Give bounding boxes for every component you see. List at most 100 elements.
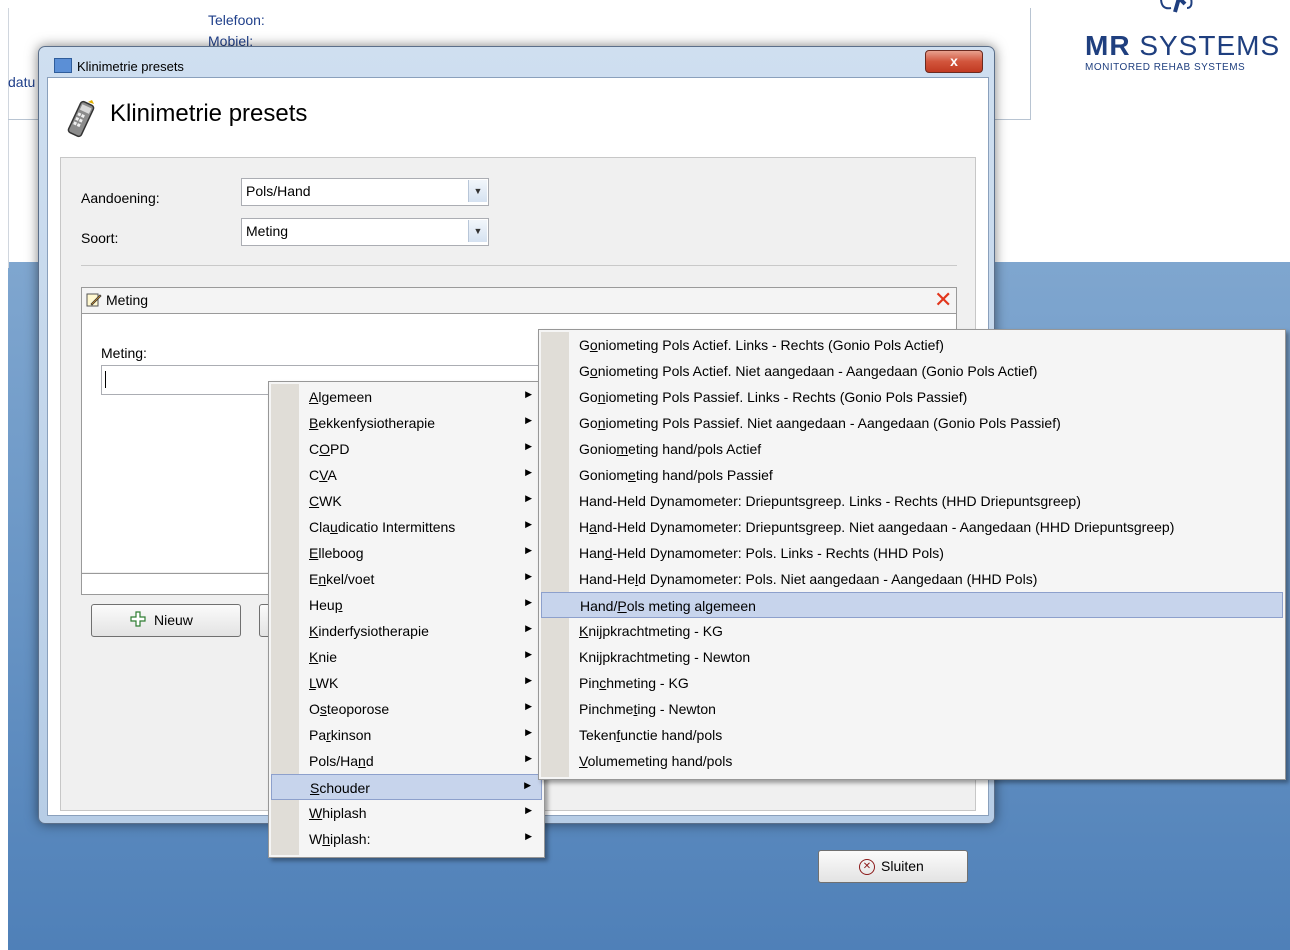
- menu-item[interactable]: COPD ▶: [271, 436, 542, 462]
- menu-item-label: Goniometing hand/pols Passief: [579, 467, 773, 483]
- meting-label: Meting:: [101, 345, 147, 361]
- submenu-item[interactable]: Tekenfunctie hand/pols: [541, 722, 1283, 748]
- submenu-item[interactable]: Pinchmeting - KG: [541, 670, 1283, 696]
- chevron-down-icon[interactable]: ▼: [468, 220, 487, 242]
- runner-logo-icon: [1160, 0, 1193, 13]
- menu-item-label: LWK: [309, 675, 339, 691]
- menu-item-label: Goniometing hand/pols Actief: [579, 441, 762, 457]
- submenu-item[interactable]: Goniometing hand/pols Passief: [541, 462, 1283, 488]
- menu-item[interactable]: Claudicatio Intermittens ▶: [271, 514, 542, 540]
- menu-item-label: CVA: [309, 467, 337, 483]
- menu-item[interactable]: Knie ▶: [271, 644, 542, 670]
- meting-panel-title: Meting: [106, 292, 149, 308]
- panel-border-left: [8, 8, 9, 268]
- menu-item-label: Osteoporose: [309, 701, 390, 717]
- remote-control-icon: [67, 100, 95, 138]
- panel-border-right: [1030, 8, 1031, 120]
- menu-item[interactable]: Algemeen ▶: [271, 384, 542, 410]
- submenu-item[interactable]: Pinchmeting - Newton: [541, 696, 1283, 722]
- menu-item-label: Knijpkrachtmeting - Newton: [579, 649, 751, 665]
- submenu-item[interactable]: Knijpkrachtmeting - KG: [541, 618, 1283, 644]
- menu-item-label: Goniometing Pols Passief. Niet aangedaan…: [579, 415, 1061, 431]
- menu-item-label: COPD: [309, 441, 350, 457]
- menu-item[interactable]: Bekkenfysiotherapie ▶: [271, 410, 542, 436]
- sluiten-button[interactable]: ✕ Sluiten: [818, 850, 968, 883]
- menu-item[interactable]: CVA ▶: [271, 462, 542, 488]
- submenu-arrow-icon: ▶: [525, 649, 532, 659]
- plus-icon: [130, 611, 146, 627]
- submenu-item[interactable]: Volumemeting hand/pols: [541, 748, 1283, 774]
- submenu-item[interactable]: Hand/Pols meting algemeen: [541, 592, 1283, 618]
- submenu-item[interactable]: Hand-Held Dynamometer: Pols. Niet aanged…: [541, 566, 1283, 592]
- menu-item-label: Knijpkrachtmeting - KG: [579, 623, 723, 639]
- submenu-item[interactable]: Hand-Held Dynamometer: Driepuntsgreep. L…: [541, 488, 1283, 514]
- submenu-item[interactable]: Goniometing hand/pols Actief: [541, 436, 1283, 462]
- menu-item-label: Goniometing Pols Actief. Niet aangedaan …: [579, 363, 1038, 379]
- submenu-item[interactable]: Goniometing Pols Actief. Niet aangedaan …: [541, 358, 1283, 384]
- menu-item-label: Bekkenfysiotherapie: [309, 415, 436, 431]
- menu-item-label: Goniometing Pols Passief. Links - Rechts…: [579, 389, 968, 405]
- menu-item[interactable]: LWK ▶: [271, 670, 542, 696]
- menu-item-label: Whiplash:: [309, 831, 371, 847]
- menu-item[interactable]: Enkel/voet ▶: [271, 566, 542, 592]
- menu-item-label: CWK: [309, 493, 342, 509]
- soort-value: Meting: [246, 223, 289, 239]
- submenu-arrow-icon: ▶: [525, 831, 532, 841]
- aandoening-label: Aandoening:: [81, 190, 160, 206]
- menu-item-label: Claudicatio Intermittens: [309, 519, 456, 535]
- menu-item-label: Hand-Held Dynamometer: Pols. Niet aanged…: [579, 571, 1038, 587]
- menu-item-label: Hand-Held Dynamometer: Driepuntsgreep. L…: [579, 493, 1081, 509]
- menu-item[interactable]: Whiplash: ▶: [271, 826, 542, 852]
- submenu-item[interactable]: Goniometing Pols Passief. Niet aangedaan…: [541, 410, 1283, 436]
- submenu-item[interactable]: Hand-Held Dynamometer: Driepuntsgreep. N…: [541, 514, 1283, 540]
- menu-item[interactable]: Heup ▶: [271, 592, 542, 618]
- submenu-item[interactable]: Goniometing Pols Actief. Links - Rechts …: [541, 332, 1283, 358]
- close-icon[interactable]: ✕: [934, 289, 954, 311]
- menu-item[interactable]: Kinderfysiotherapie ▶: [271, 618, 542, 644]
- menu-item[interactable]: Parkinson ▶: [271, 722, 542, 748]
- menu-item[interactable]: Elleboog ▶: [271, 540, 542, 566]
- submenu-arrow-icon: ▶: [525, 415, 532, 425]
- menu-item-label: Hand-Held Dynamometer: Driepuntsgreep. N…: [579, 519, 1175, 535]
- nieuw-button[interactable]: Nieuw: [91, 604, 241, 637]
- menu-item-label: Volumemeting hand/pols: [579, 753, 733, 769]
- menu-item-label: Hand/Pols meting algemeen: [580, 598, 756, 614]
- close-circle-icon: ✕: [859, 859, 875, 875]
- chevron-down-icon[interactable]: ▼: [468, 180, 487, 202]
- menu-item-label: Kinderfysiotherapie: [309, 623, 429, 639]
- menu-item[interactable]: Pols/Hand ▶: [271, 748, 542, 774]
- logo-subtitle: MONITORED REHAB SYSTEMS: [1085, 62, 1246, 73]
- dialog-header: Klinimetrie presets: [48, 78, 988, 157]
- nieuw-label: Nieuw: [154, 612, 193, 628]
- menu-item-label: Pols/Hand: [309, 753, 374, 769]
- submenu-item[interactable]: Goniometing Pols Passief. Links - Rechts…: [541, 384, 1283, 410]
- meting-panel-header: Meting ✕: [82, 288, 956, 314]
- submenu-arrow-icon: ▶: [525, 493, 532, 503]
- submenu-item[interactable]: Hand-Held Dynamometer: Pols. Links - Rec…: [541, 540, 1283, 566]
- menu-item[interactable]: Osteoporose ▶: [271, 696, 542, 722]
- soort-dropdown[interactable]: Meting ▼: [241, 218, 489, 246]
- submenu-item[interactable]: Knijpkrachtmeting - Newton: [541, 644, 1283, 670]
- menu-item-label: Goniometing Pols Actief. Links - Rechts …: [579, 337, 944, 353]
- text-caret: [105, 371, 106, 388]
- window-title: Klinimetrie presets: [77, 59, 184, 74]
- pols-hand-submenu: Goniometing Pols Actief. Links - Rechts …: [538, 329, 1286, 780]
- menu-item[interactable]: CWK ▶: [271, 488, 542, 514]
- window-close-button[interactable]: x: [925, 50, 983, 73]
- submenu-arrow-icon: ▶: [525, 805, 532, 815]
- menu-item[interactable]: Schouder ▶: [271, 774, 542, 800]
- form-divider: [81, 265, 957, 266]
- mr-systems-logo: MR SYSTEMS MONITORED REHAB SYSTEMS: [1085, 0, 1279, 80]
- submenu-arrow-icon: ▶: [525, 701, 532, 711]
- submenu-arrow-icon: ▶: [524, 780, 531, 790]
- menu-item-label: Algemeen: [309, 389, 373, 405]
- menu-item[interactable]: Whiplash ▶: [271, 800, 542, 826]
- datum-label: datu: [8, 74, 36, 90]
- submenu-arrow-icon: ▶: [525, 597, 532, 607]
- menu-item-label: Pinchmeting - Newton: [579, 701, 716, 717]
- window-app-icon: [54, 58, 72, 73]
- aandoening-dropdown[interactable]: Pols/Hand ▼: [241, 178, 489, 206]
- menu-item-label: Schouder: [310, 780, 370, 796]
- telefoon-label: Telefoon:: [208, 12, 265, 28]
- menu-item-label: Whiplash: [309, 805, 367, 821]
